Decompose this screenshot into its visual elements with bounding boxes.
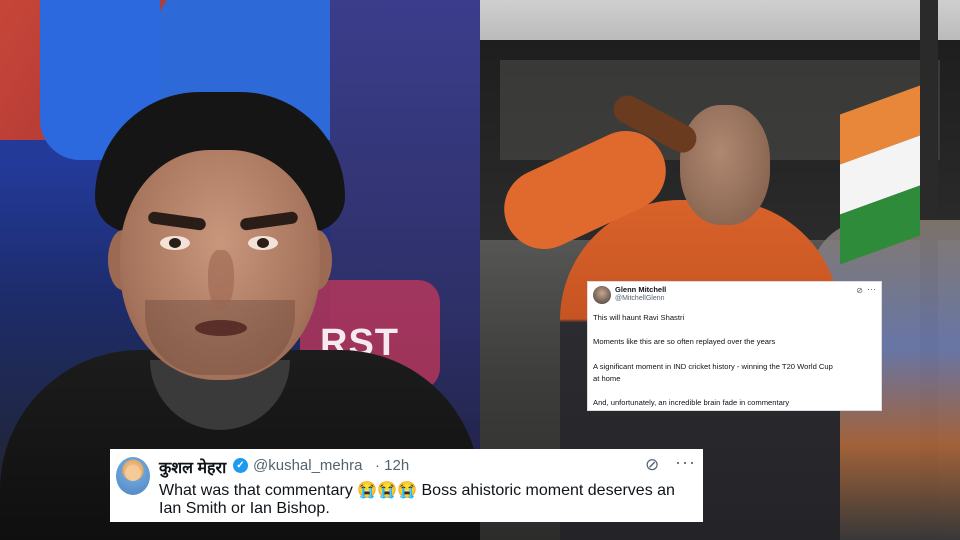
author-handle[interactable]: @kushal_mehra — [253, 457, 362, 474]
author-name[interactable]: Glenn Mitchell — [615, 285, 666, 294]
nose — [208, 250, 234, 310]
tweet-text-line: And, unfortunately, an incredible brain … — [593, 398, 790, 407]
avatar[interactable] — [593, 286, 611, 304]
tweet-text-line: This will haunt Ravi Shastri — [593, 313, 685, 322]
mouth — [195, 320, 247, 336]
avatar[interactable] — [116, 457, 150, 495]
more-icon[interactable]: ··· — [867, 284, 876, 294]
verified-icon: ✓ — [233, 458, 248, 473]
head — [680, 105, 770, 225]
left-eye — [160, 236, 190, 250]
timestamp[interactable]: · 12h — [375, 457, 409, 474]
tweet-text-line: at home — [593, 374, 621, 383]
tweet-text-line: Ian Smith or Ian Bishop. — [159, 500, 330, 517]
main-tweet-card[interactable]: कुशल मेहरा ✓ @kushal_mehra · 12h ⊘ ··· W… — [110, 449, 703, 522]
indian-flag — [840, 85, 920, 265]
embedded-tweet-card[interactable]: Glenn Mitchell @MitchellGlenn ⊘ ··· This… — [587, 281, 882, 411]
tweet-text-line: What was that commentary 😭😭😭 Boss ahisto… — [159, 482, 675, 499]
grok-icon[interactable]: ⊘ — [856, 286, 863, 295]
tweet-text-line: Moments like this are so often replayed … — [593, 337, 776, 346]
author-handle[interactable]: @MitchellGlenn — [615, 295, 665, 302]
more-icon[interactable]: ··· — [675, 452, 696, 473]
grok-icon[interactable]: ⊘ — [645, 455, 659, 475]
right-eye — [248, 236, 278, 250]
author-name[interactable]: कुशल मेहरा — [159, 456, 226, 478]
tweet-text-line: A significant moment in IND cricket hist… — [593, 362, 833, 371]
